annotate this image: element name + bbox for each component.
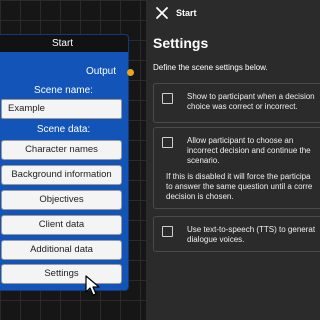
option-show-correctness: Show to participant when a decision choi… [153,83,320,123]
mouse-cursor-icon [85,275,100,296]
scene-name-label: Scene name: [34,85,93,96]
background-information-button[interactable]: Background information [1,165,122,185]
settings-panel: Start Settings Define the scene settings… [146,0,320,320]
option-note-line: to answer the same question until a corr… [166,182,313,191]
tts-checkbox[interactable] [162,226,173,237]
option-note-line: If this is disabled it will force the pa… [166,172,311,181]
option-text-line: Show to participant when a decision [187,92,315,101]
objectives-button[interactable]: Objectives [1,190,122,210]
option-text-line: scenario. [187,156,220,165]
panel-heading: Settings [153,35,209,51]
client-data-button[interactable]: Client data [1,215,122,235]
option-allow-incorrect: Allow participant to choose an incorrect… [153,127,320,209]
scene-name-input[interactable]: Example [1,99,122,119]
option-text-line: dialogue voices. [187,235,245,244]
additional-data-button[interactable]: Additional data [1,240,122,260]
node-title[interactable]: Start [0,35,128,52]
close-icon[interactable] [155,6,169,20]
show-correctness-checkbox[interactable] [162,93,173,104]
node-canvas[interactable]: Start Output Scene name: Example Scene d… [0,0,146,320]
option-text-line: Use text-to-speech (TTS) to generat [187,225,316,234]
option-text-line: incorrect decision and continue the [187,146,311,155]
allow-incorrect-checkbox[interactable] [162,137,173,148]
panel-window-title: Start [176,8,197,18]
scene-data-label: Scene data: [36,124,91,135]
option-tts: Use text-to-speech (TTS) to generat dial… [153,216,320,252]
output-port[interactable] [127,69,134,76]
start-node[interactable]: Start Output Scene name: Example Scene d… [0,34,129,291]
output-label: Output [85,66,116,77]
option-text-line: Allow participant to choose an [187,136,294,145]
settings-button[interactable]: Settings [1,264,122,284]
panel-description: Define the scene settings below. [153,63,268,72]
character-names-button[interactable]: Character names [1,140,122,160]
option-note-line: decision is chosen. [166,192,234,201]
option-text-line: choice was correct or incorrect. [187,102,298,111]
